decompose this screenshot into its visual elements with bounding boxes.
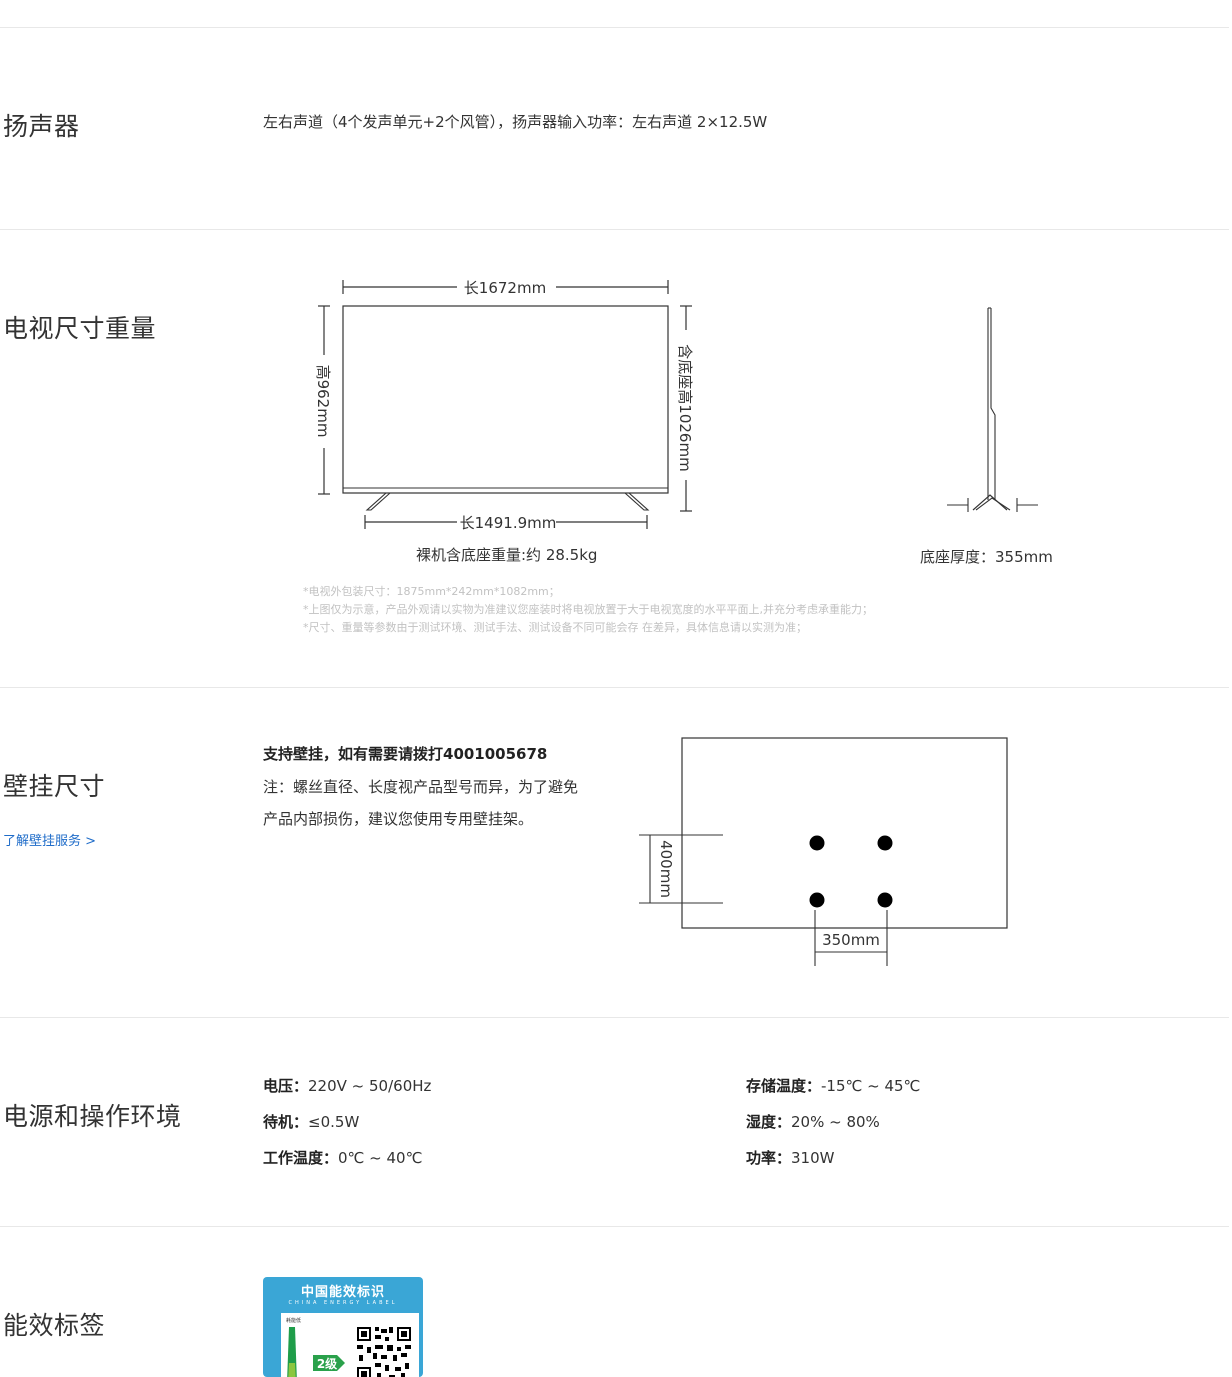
spec-standby: 待机：≤0.5W (263, 1113, 360, 1131)
mount-hole (809, 835, 825, 851)
base-width-label: 长1491.9mm (460, 514, 557, 532)
mount-hole (877, 835, 893, 851)
energy-grade-bars: 2级 (287, 1327, 345, 1377)
spec-operating-temp: 工作温度：0℃ ~ 40℃ (263, 1149, 423, 1167)
wall-service-link[interactable]: 了解壁挂服务 > (3, 830, 96, 849)
depth-label: 底座厚度：355mm (920, 548, 1053, 566)
section-title-wall: 壁挂尺寸 (3, 772, 106, 801)
energy-grade: 2级 (317, 1356, 337, 1371)
energy-label-panel: 耗能低 2级 (281, 1313, 419, 1377)
note-line: *尺寸、重量等参数由于测试环境、测试手法、测试设备不同可能会存 在差异，具体信息… (303, 621, 807, 634)
divider (0, 1017, 1229, 1018)
energy-label-image: 中国能效标识 CHINA ENERGY LABEL 耗能低 2级 (263, 1277, 423, 1377)
wall-support-text: 支持壁挂，如有需要请拨打4001005678 (263, 745, 548, 763)
section-title-power: 电源和操作环境 (3, 1102, 182, 1131)
divider (0, 1226, 1229, 1227)
spec-power: 功率：310W (746, 1149, 835, 1167)
energy-label-subtitle: CHINA ENERGY LABEL (288, 1300, 398, 1306)
section-title-energy: 能效标签 (3, 1311, 106, 1340)
divider (0, 687, 1229, 688)
vertical-spacing-label: 400mm (657, 840, 675, 898)
tv-side-diagram (947, 307, 1038, 512)
wall-note-line1: 注：螺丝直径、长度视产品型号而异，为了避免 (263, 778, 579, 796)
tv-front-diagram: 长1672mm 高962mm 含底座高1026mm 长1491.9mm (314, 279, 694, 532)
section-title-size: 电视尺寸重量 (3, 314, 157, 343)
horizontal-spacing-label: 350mm (822, 931, 880, 949)
mount-hole (877, 892, 893, 908)
wall-note-line2: 产品内部损伤，建议您使用专用壁挂架。 (263, 810, 534, 828)
spec-voltage: 电压：220V ~ 50/60Hz (263, 1077, 432, 1095)
qr-code-icon (355, 1325, 413, 1377)
height-label: 高962mm (314, 365, 332, 438)
energy-label-title: 中国能效标识 (300, 1285, 385, 1300)
height-with-base-label: 含底座高1026mm (676, 344, 694, 471)
weight-label: 裸机含底座重量:约 28.5kg (416, 546, 598, 564)
spec-humidity: 湿度：20% ~ 80% (746, 1113, 880, 1131)
mount-hole (809, 892, 825, 908)
note-line: *上图仅为示意，产品外观请以实物为准建议您座装时将电视放置于大于电视宽度的水平平… (303, 603, 873, 616)
width-label: 长1672mm (464, 279, 546, 297)
section-title-speaker: 扬声器 (3, 112, 80, 141)
divider (0, 229, 1229, 230)
note-line: *电视外包装尺寸：1875mm*242mm*1082mm； (303, 585, 560, 598)
speaker-description: 左右声道（4个发声单元+2个风管），扬声器输入功率：左右声道 2×12.5W (263, 113, 768, 131)
wall-mount-diagram: 400mm 350mm (639, 737, 1008, 966)
spec-storage-temp: 存储温度：-15℃ ~ 45℃ (746, 1077, 921, 1095)
divider (0, 27, 1229, 28)
